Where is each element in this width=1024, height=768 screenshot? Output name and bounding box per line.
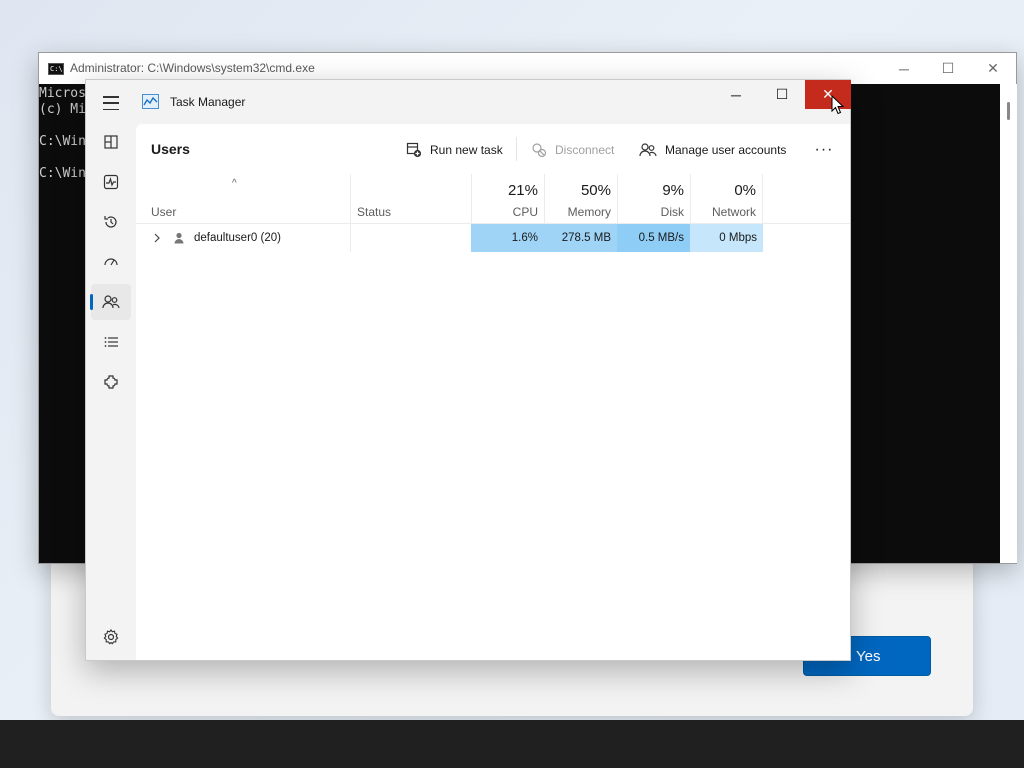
memory-cell: 278.5 MB <box>544 224 617 252</box>
expand-chevron-icon[interactable] <box>153 233 161 243</box>
nav-details[interactable] <box>91 324 131 360</box>
network-total: 0% <box>734 182 756 199</box>
nav-startup-apps[interactable] <box>91 244 131 280</box>
users-icon <box>102 295 120 309</box>
page-title: Users <box>151 141 190 157</box>
user-cell: defaultuser0 (20) <box>136 224 351 252</box>
memory-label: Memory <box>567 205 611 219</box>
manage-accounts-icon <box>639 143 657 157</box>
command-separator <box>516 137 517 161</box>
disconnect-icon <box>532 143 547 158</box>
memory-total: 50% <box>580 182 611 199</box>
cmd-scrollbar[interactable] <box>1000 84 1017 563</box>
tm-title: Task Manager <box>170 95 246 109</box>
minimize-icon: ─ <box>899 60 909 77</box>
close-icon: ✕ <box>987 60 999 76</box>
column-cpu[interactable]: 21% CPU <box>471 174 544 224</box>
cmd-icon-text: C:\. <box>50 65 67 73</box>
run-new-task-icon <box>406 142 422 158</box>
tm-titlebar[interactable]: Task Manager ─ ☐ ✕ <box>86 80 851 124</box>
processes-icon <box>104 135 118 149</box>
column-status[interactable]: Status <box>350 174 471 224</box>
nav-services[interactable] <box>91 364 131 400</box>
more-options-button[interactable]: ··· <box>808 141 840 159</box>
app-history-icon <box>104 216 117 228</box>
nav-rail <box>86 124 136 660</box>
yes-button-label: Yes <box>856 647 881 665</box>
command-bar: Users Run new task Disconnect Manage use… <box>136 124 850 174</box>
more-icon: ··· <box>814 141 834 158</box>
task-manager-app-icon <box>142 94 159 109</box>
cmd-maximize-button[interactable]: ☐ <box>925 53 971 84</box>
disconnect-label: Disconnect <box>555 143 615 157</box>
column-user[interactable]: ^ User <box>136 174 351 224</box>
cmd-title: Administrator: C:\Windows\system32\cmd.e… <box>70 61 315 75</box>
manage-user-accounts-button[interactable]: Manage user accounts <box>639 139 786 161</box>
users-page: Users Run new task Disconnect Manage use… <box>136 124 850 660</box>
maximize-icon: ☐ <box>941 60 955 76</box>
cmd-scrollbar-thumb[interactable] <box>1007 102 1010 120</box>
nav-app-history[interactable] <box>91 204 131 240</box>
column-disk[interactable]: 9% Disk <box>617 174 690 224</box>
manage-user-accounts-label: Manage user accounts <box>665 143 787 157</box>
nav-performance[interactable] <box>91 164 131 200</box>
disk-cell: 0.5 MB/s <box>617 224 690 252</box>
disk-label: Disk <box>660 205 684 219</box>
network-label: Network <box>711 205 756 219</box>
taskbar <box>0 720 1024 768</box>
services-icon <box>104 375 118 389</box>
minimize-icon: ─ <box>731 86 741 103</box>
cpu-cell: 1.6% <box>471 224 544 252</box>
status-cell <box>350 224 471 252</box>
column-status-label: Status <box>357 205 392 219</box>
cmd-minimize-button[interactable]: ─ <box>881 53 927 84</box>
nav-active-indicator <box>90 294 93 310</box>
disk-total: 9% <box>662 182 684 199</box>
cmd-close-button[interactable]: ✕ <box>970 53 1016 84</box>
performance-icon <box>103 174 119 190</box>
cpu-total: 21% <box>507 182 538 199</box>
startup-apps-icon <box>104 258 118 266</box>
nav-users[interactable] <box>91 284 131 320</box>
settings-icon[interactable] <box>101 627 121 647</box>
details-icon <box>104 337 118 347</box>
run-new-task-button[interactable]: Run new task <box>406 139 503 161</box>
user-avatar-icon <box>174 232 184 244</box>
maximize-icon: ☐ <box>775 86 789 102</box>
cpu-label: CPU <box>512 205 538 219</box>
mouse-cursor-icon <box>831 95 845 115</box>
table-row[interactable]: defaultuser0 (20) 1.6% 278.5 MB 0.5 MB/s… <box>136 224 850 252</box>
user-name: defaultuser0 (20) <box>194 232 281 244</box>
table-header: ^ User Status 21% CPU 50% Memory 9% Disk… <box>136 174 850 224</box>
column-user-label: User <box>151 205 177 219</box>
tm-minimize-button[interactable]: ─ <box>713 80 759 109</box>
network-cell: 0 Mbps <box>690 224 763 252</box>
disconnect-button[interactable]: Disconnect <box>531 139 614 161</box>
column-network[interactable]: 0% Network <box>690 174 763 224</box>
run-new-task-label: Run new task <box>430 143 503 157</box>
hamburger-menu-icon[interactable] <box>101 94 121 112</box>
column-memory[interactable]: 50% Memory <box>544 174 617 224</box>
nav-processes[interactable] <box>91 124 131 160</box>
sort-ascending-icon: ^ <box>232 178 237 189</box>
tm-maximize-button[interactable]: ☐ <box>759 80 805 109</box>
cmd-app-icon: C:\. <box>48 63 67 75</box>
task-manager-window[interactable]: Task Manager ─ ☐ ✕ Users Run new task Di… <box>85 79 851 661</box>
